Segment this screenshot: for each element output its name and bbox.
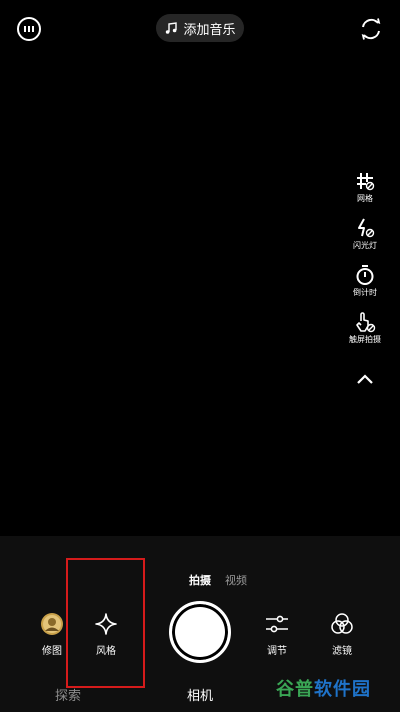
mode-tab-photo[interactable]: 拍摄: [189, 572, 211, 588]
flash-off-icon: [358, 218, 375, 238]
add-music-button[interactable]: 添加音乐: [156, 14, 244, 42]
timer-icon: [356, 265, 374, 285]
touch-shoot-label: 触屏拍摄: [349, 335, 381, 344]
tab-camera[interactable]: 相机: [187, 685, 213, 704]
chevron-up-icon: [357, 374, 373, 384]
camera-viewfinder[interactable]: [0, 0, 400, 536]
shutter-button[interactable]: [169, 601, 231, 663]
grid-toggle-button[interactable]: 网格: [343, 170, 387, 204]
filter-label: 滤镜: [332, 646, 352, 657]
sliders-icon: [266, 615, 288, 633]
filter-button[interactable]: 滤镜: [330, 612, 354, 657]
touch-shoot-button[interactable]: 触屏拍摄: [343, 311, 387, 345]
photo-thumbnail-icon: [41, 613, 63, 635]
timer-button[interactable]: 倒计时: [343, 264, 387, 298]
grid-label: 网格: [357, 194, 373, 203]
add-music-label: 添加音乐: [183, 22, 236, 38]
timer-label: 倒计时: [353, 288, 377, 297]
edit-photo-label: 修图: [42, 646, 62, 657]
more-menu-button[interactable]: [15, 15, 43, 43]
camera-switch-icon: [361, 18, 381, 40]
switch-camera-button[interactable]: [357, 15, 385, 43]
flash-toggle-button[interactable]: 闪光灯: [343, 217, 387, 251]
music-note-icon: [166, 22, 178, 34]
edit-photo-button[interactable]: 修图: [40, 612, 64, 657]
adjust-label: 调节: [267, 646, 287, 657]
adjust-button[interactable]: 调节: [264, 612, 290, 657]
mode-tab-video[interactable]: 视频: [225, 572, 247, 588]
flash-label: 闪光灯: [353, 241, 377, 250]
filter-circles-icon: [331, 613, 353, 634]
collapse-tools-button[interactable]: [343, 372, 387, 386]
grid-icon: [357, 173, 375, 191]
touch-shoot-icon: [356, 312, 376, 333]
ellipsis-circle-icon: [17, 17, 41, 41]
annotation-highlight-box: [66, 558, 145, 688]
watermark-part1: 谷普: [276, 679, 314, 700]
watermark-part2: 软件园: [314, 679, 371, 700]
watermark-logo: 谷普软件园: [276, 675, 371, 701]
